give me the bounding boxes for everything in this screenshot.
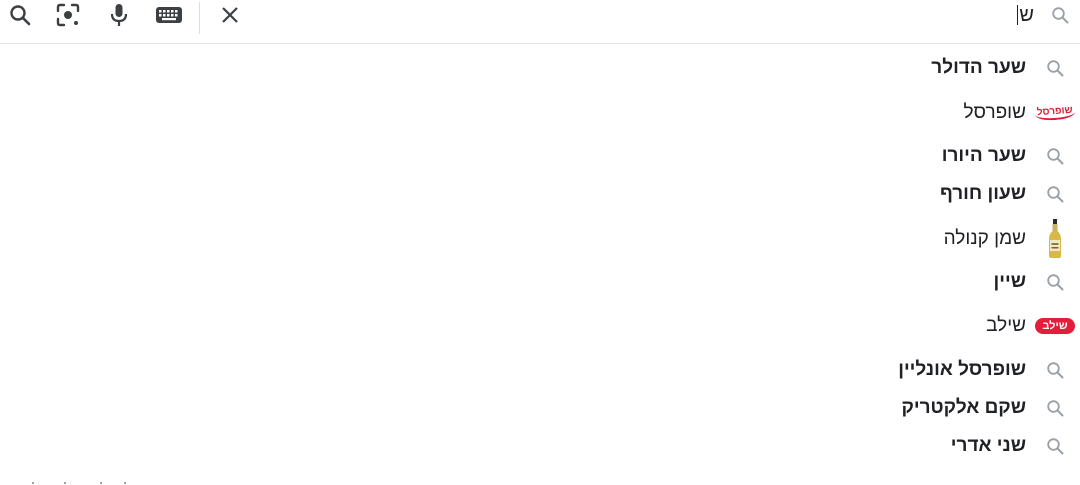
suggestion-item[interactable]: שופרסל שופרסל: [963, 97, 1080, 129]
search-icon: [1030, 184, 1080, 204]
suggestion-item[interactable]: שעון חורף: [940, 178, 1080, 210]
suggestion-label: שער הדולר: [931, 57, 1026, 78]
search-icon: [1030, 146, 1080, 166]
search-icon: [1030, 436, 1080, 456]
keyboard-icon[interactable]: [154, 0, 184, 30]
text-caret: [1016, 5, 1019, 25]
suggestion-label: שילב: [986, 315, 1026, 336]
suggestion-label: שעון חורף: [939, 183, 1026, 204]
suggestion-label: שמן קנולה: [943, 228, 1026, 249]
camera-lens-icon[interactable]: [53, 0, 83, 30]
search-query-text: ש: [1019, 3, 1034, 26]
suggestion-item[interactable]: שני אדרי: [951, 430, 1080, 462]
suggestion-item[interactable]: שער היורו: [942, 140, 1080, 172]
toolbar-divider: [199, 2, 200, 34]
suggestion-item[interactable]: שמן קנולה: [944, 216, 1080, 262]
suggestion-label: שני אדרי: [950, 435, 1026, 456]
suggestion-item[interactable]: שיין: [994, 266, 1080, 298]
search-icon: [1030, 272, 1080, 292]
suggestion-item[interactable]: שקם אלקטריק: [901, 392, 1080, 424]
suggestion-item[interactable]: שופרסל אונליין: [898, 354, 1080, 386]
suggestion-item[interactable]: שער הדולר: [931, 52, 1080, 84]
suggestion-label: שופרסל אונליין: [898, 359, 1026, 380]
oil-bottle-image: [1030, 219, 1080, 259]
search-icon: [1030, 398, 1080, 418]
microphone-icon[interactable]: [104, 0, 134, 30]
search-icon: [1030, 360, 1080, 380]
suggestion-item[interactable]: שילב שילב: [986, 310, 1080, 342]
shufersal-logo: שופרסל: [1030, 104, 1080, 121]
search-input[interactable]: ש: [1016, 0, 1034, 30]
shilav-logo: שילב: [1030, 318, 1080, 334]
search-icon: [1048, 3, 1072, 27]
suggestion-label: שער היורו: [941, 145, 1026, 166]
suggestion-label: שופרסל: [963, 102, 1026, 123]
bottom-edge-fragment: [0, 481, 1080, 485]
search-bar: ש: [0, 0, 1080, 44]
close-icon[interactable]: [215, 0, 245, 30]
suggestion-label: שקם אלקטריק: [901, 397, 1026, 418]
search-icon: [1030, 58, 1080, 78]
suggestion-label: שיין: [993, 271, 1027, 292]
search-icon[interactable]: [5, 0, 35, 30]
